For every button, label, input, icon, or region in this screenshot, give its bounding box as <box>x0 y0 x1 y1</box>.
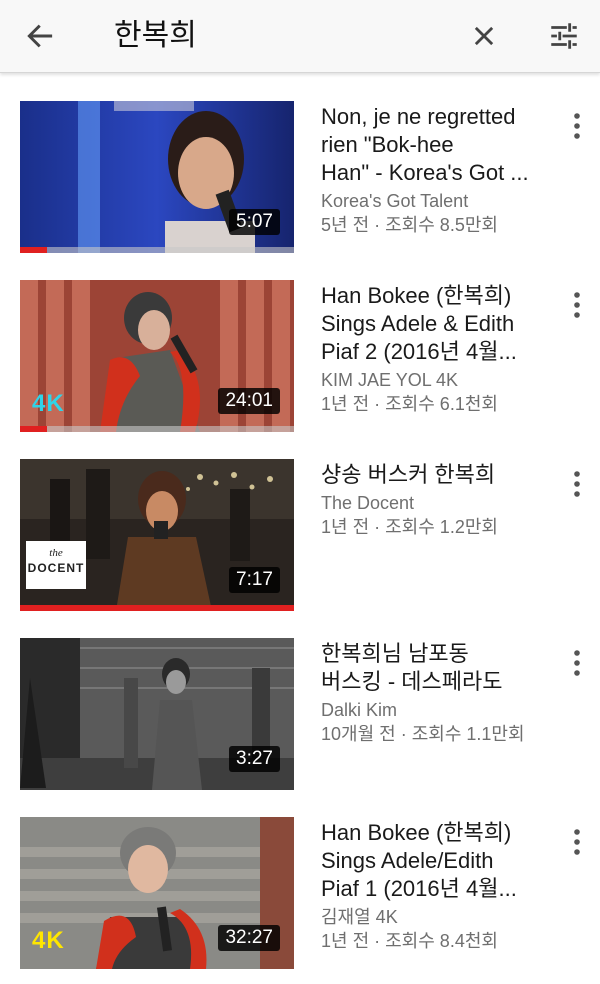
video-stats: 10개월 전 · 조회수 1.1만회 <box>321 724 525 744</box>
list-item[interactable]: 5:07 Non, je ne regretted rien "Bok-hee … <box>0 73 600 253</box>
search-toolbar: 한복희 <box>0 0 600 73</box>
more-options-button[interactable] <box>562 111 592 141</box>
more-options-button[interactable] <box>562 827 592 857</box>
arrow-left-icon <box>27 24 53 48</box>
more-vert-icon <box>574 829 580 855</box>
back-button[interactable] <box>14 10 66 62</box>
more-vert-icon <box>574 113 580 139</box>
video-thumbnail[interactable]: 4K 32:27 <box>20 817 294 969</box>
filter-button[interactable] <box>538 10 590 62</box>
more-options-button[interactable] <box>562 469 592 499</box>
video-meta[interactable]: 한복희님 남포동 버스킹 - 데스페라도 Dalki Kim 10개월 전 · … <box>321 640 549 746</box>
video-thumbnail[interactable]: 5:07 <box>20 101 294 253</box>
more-vert-icon <box>574 292 580 318</box>
tune-icon <box>551 23 577 49</box>
more-options-button[interactable] <box>562 648 592 678</box>
list-item[interactable]: 4K 32:27 Han Bokee (한복희) Sings Adele/Edi… <box>0 789 600 969</box>
more-options-button[interactable] <box>562 290 592 320</box>
video-title[interactable]: Han Bokee (한복희) Sings Adele & Edith Piaf… <box>321 282 549 366</box>
video-thumbnail[interactable]: 3:27 <box>20 638 294 790</box>
clear-search-button[interactable] <box>458 10 510 62</box>
video-duration: 24:01 <box>218 388 280 414</box>
video-title[interactable]: Non, je ne regretted rien "Bok-hee Han" … <box>321 103 549 187</box>
channel-logo: the DOCENT <box>26 541 86 589</box>
video-meta[interactable]: Han Bokee (한복희) Sings Adele & Edith Piaf… <box>321 282 549 416</box>
search-query[interactable]: 한복희 <box>114 16 197 56</box>
channel-name: KIM JAE YOL 4K <box>321 370 459 390</box>
channel-name: 김재열 4K <box>321 907 398 927</box>
video-meta[interactable]: 샹송 버스커 한복희 The Docent 1년 전 · 조회수 1.2만회 <box>321 461 549 539</box>
channel-name: Korea's Got Talent <box>321 191 469 211</box>
video-duration: 7:17 <box>229 567 280 593</box>
video-duration: 5:07 <box>229 209 280 235</box>
video-thumbnail[interactable]: 4K 24:01 <box>20 280 294 432</box>
close-icon <box>474 26 494 46</box>
channel-logo-prefix: the <box>49 547 63 559</box>
video-duration: 32:27 <box>218 925 280 951</box>
video-stats: 1년 전 · 조회수 6.1천회 <box>321 394 498 414</box>
video-thumbnail[interactable]: the DOCENT 7:17 <box>20 459 294 611</box>
more-vert-icon <box>574 471 580 497</box>
results-list: 5:07 Non, je ne regretted rien "Bok-hee … <box>0 73 600 969</box>
list-item[interactable]: 3:27 한복희님 남포동 버스킹 - 데스페라도 Dalki Kim 10개월… <box>0 610 600 790</box>
list-item[interactable]: 4K 24:01 Han Bokee (한복희) Sings Adele & E… <box>0 252 600 432</box>
video-title[interactable]: 샹송 버스커 한복희 <box>321 461 549 489</box>
quality-badge: 4K <box>32 927 65 954</box>
video-stats: 1년 전 · 조회수 1.2만회 <box>321 517 498 537</box>
channel-logo-word: DOCENT <box>27 561 85 575</box>
list-item[interactable]: the DOCENT 7:17 샹송 버스커 한복희 The Docent 1년… <box>0 431 600 611</box>
quality-badge: 4K <box>32 390 65 417</box>
video-stats: 5년 전 · 조회수 8.5만회 <box>321 215 498 235</box>
video-stats: 1년 전 · 조회수 8.4천회 <box>321 931 498 951</box>
more-vert-icon <box>574 650 580 676</box>
video-meta[interactable]: Han Bokee (한복희) Sings Adele/Edith Piaf 1… <box>321 819 549 953</box>
channel-name: The Docent <box>321 493 415 513</box>
video-duration: 3:27 <box>229 746 280 772</box>
channel-name: Dalki Kim <box>321 700 398 720</box>
video-title[interactable]: 한복희님 남포동 버스킹 - 데스페라도 <box>321 640 549 696</box>
video-title[interactable]: Han Bokee (한복희) Sings Adele/Edith Piaf 1… <box>321 819 549 903</box>
video-meta[interactable]: Non, je ne regretted rien "Bok-hee Han" … <box>321 103 549 237</box>
